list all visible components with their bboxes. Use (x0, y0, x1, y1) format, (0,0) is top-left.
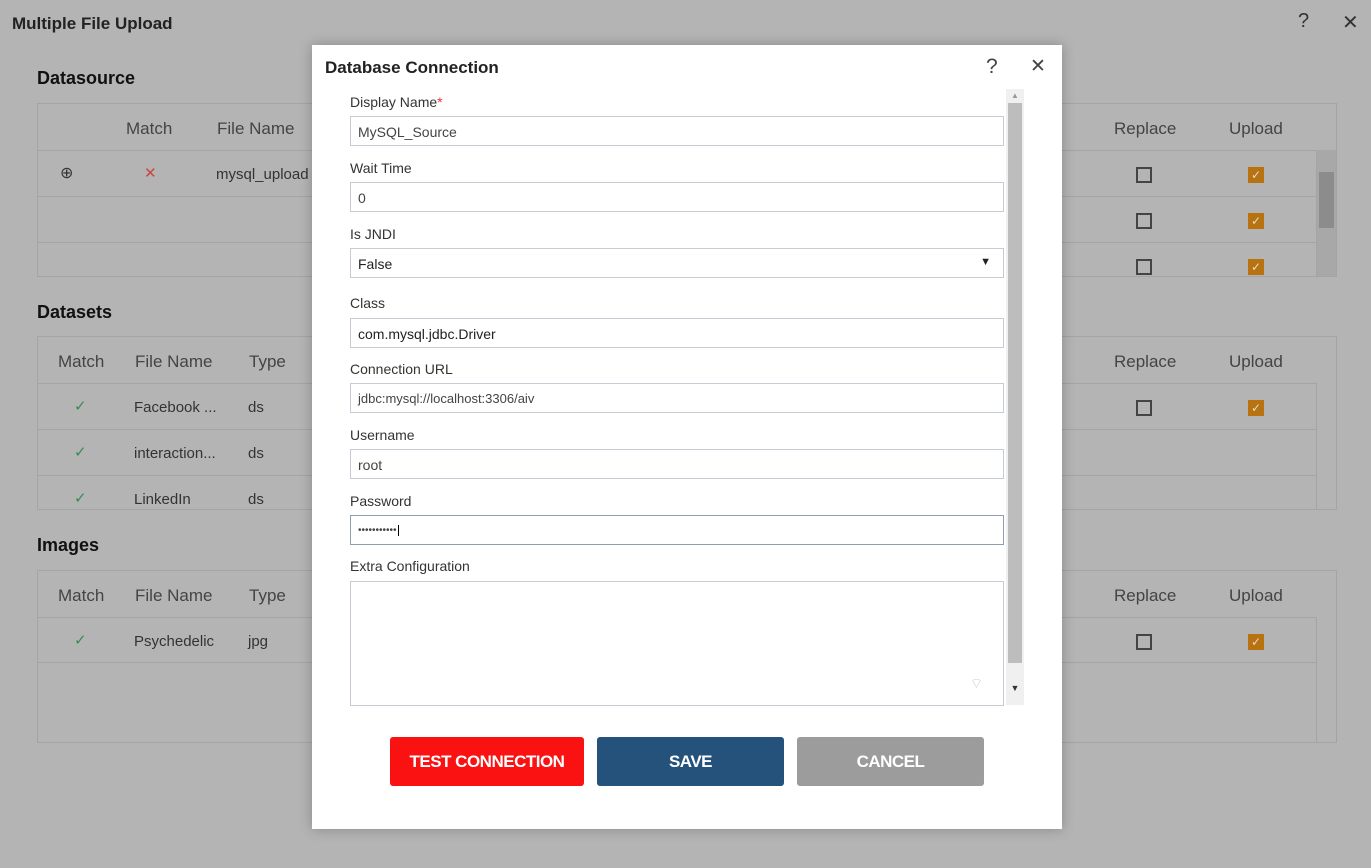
upload-checkbox[interactable]: ✓ (1248, 167, 1264, 183)
file-type: ds (248, 399, 264, 416)
match-x-icon: ✕ (144, 165, 157, 182)
scrollbar[interactable] (1316, 150, 1336, 276)
close-icon[interactable]: ✕ (1030, 55, 1046, 78)
upload-checkbox[interactable]: ✓ (1248, 400, 1264, 416)
file-name: LinkedIn (134, 491, 191, 508)
col-replace: Replace (1114, 352, 1177, 371)
database-connection-dialog: Database Connection ? ✕ Display Name* My… (312, 45, 1062, 829)
extra-config-label: Extra Configuration (350, 558, 470, 574)
col-match: Match (126, 119, 173, 138)
username-input[interactable]: root (350, 449, 1004, 479)
datasource-heading: Datasource (37, 68, 136, 88)
wait-time-label: Wait Time (350, 160, 412, 176)
replace-checkbox[interactable] (1136, 400, 1152, 416)
scrollbar[interactable] (1316, 617, 1336, 742)
col-replace: Replace (1114, 586, 1177, 605)
col-file-name: File Name (135, 352, 213, 371)
display-name-input[interactable]: MySQL_Source (350, 116, 1004, 146)
col-file-name: File Name (217, 119, 295, 138)
replace-checkbox[interactable] (1136, 634, 1152, 650)
class-label: Class (350, 295, 386, 311)
class-input[interactable]: com.mysql.jdbc.Driver (350, 318, 1004, 348)
check-icon: ✓ (74, 398, 87, 415)
file-type: ds (248, 445, 264, 462)
is-jndi-value: False (358, 256, 393, 272)
datasets-heading: Datasets (37, 302, 113, 322)
password-input[interactable]: ••••••••••• (350, 515, 1004, 545)
col-upload: Upload (1229, 119, 1283, 138)
col-type: Type (249, 586, 286, 605)
col-upload: Upload (1229, 352, 1283, 371)
col-match: Match (58, 586, 105, 605)
connection-url-input[interactable]: jdbc:mysql://localhost:3306/aiv (350, 383, 1004, 413)
replace-checkbox[interactable] (1136, 167, 1152, 183)
upload-checkbox[interactable]: ✓ (1248, 213, 1264, 229)
expand-icon[interactable]: ⊕ (60, 163, 73, 183)
chevron-down-icon: ▼ (980, 256, 991, 268)
display-name-label: Display Name* (350, 94, 443, 110)
file-name: mysql_upload (216, 166, 309, 183)
help-icon[interactable]: ? (986, 55, 998, 79)
cancel-button[interactable]: CANCEL (797, 737, 984, 786)
username-label: Username (350, 427, 415, 443)
col-file-name: File Name (135, 586, 213, 605)
file-name: Psychedelic (134, 633, 215, 650)
connection-url-label: Connection URL (350, 361, 453, 377)
check-icon: ✓ (74, 632, 87, 649)
form-scrollbar[interactable]: ▲ ▼ (1006, 89, 1024, 705)
password-value: ••••••••••• (358, 525, 397, 536)
file-type: ds (248, 491, 264, 508)
dialog-title: Database Connection (325, 58, 499, 77)
extra-config-textarea[interactable]: ⌔ (350, 581, 1004, 706)
file-name: interaction... (134, 445, 216, 462)
test-connection-button[interactable]: TEST CONNECTION (390, 737, 584, 786)
is-jndi-select[interactable]: False ▼ (350, 248, 1004, 278)
is-jndi-label: Is JNDI (350, 226, 396, 242)
file-type: jpg (248, 633, 269, 650)
images-heading: Images (37, 535, 100, 555)
col-upload: Upload (1229, 586, 1283, 605)
close-icon[interactable]: ✕ (1342, 10, 1359, 35)
help-icon[interactable]: ? (1298, 10, 1309, 33)
scrollbar[interactable] (1316, 383, 1336, 509)
replace-checkbox[interactable] (1136, 259, 1152, 275)
replace-checkbox[interactable] (1136, 213, 1152, 229)
wait-time-input[interactable]: 0 (350, 182, 1004, 212)
check-icon: ✓ (74, 444, 87, 461)
upload-checkbox[interactable]: ✓ (1248, 259, 1264, 275)
wifi-off-icon: ⌔ (969, 675, 983, 691)
upload-checkbox[interactable]: ✓ (1248, 634, 1264, 650)
app-title: Multiple File Upload (12, 14, 173, 33)
col-replace: Replace (1114, 119, 1177, 138)
col-type: Type (249, 352, 286, 371)
save-button[interactable]: SAVE (597, 737, 784, 786)
col-match: Match (58, 352, 105, 371)
check-icon: ✓ (74, 490, 87, 507)
file-name: Facebook ... (134, 399, 217, 416)
password-label: Password (350, 493, 412, 509)
